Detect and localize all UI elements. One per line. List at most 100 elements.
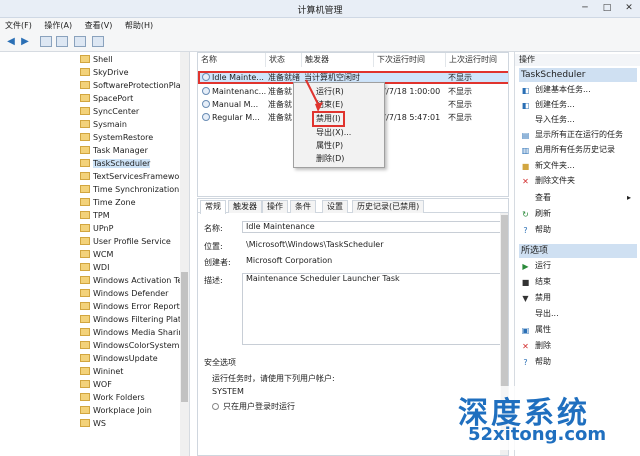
folder-icon [80,393,90,401]
folder-icon [80,185,90,193]
menu-action[interactable]: 操作(A) [39,18,77,33]
tree-item[interactable]: Time Synchronization [80,183,179,196]
tab-triggers[interactable]: 触发器 [228,200,262,213]
action-end[interactable]: ■ 结束 [521,276,551,288]
scrollbar-thumb[interactable] [181,272,188,402]
submenu-arrow-icon: ▸ [627,193,632,202]
action-disable[interactable]: ▼ 禁用 [521,292,551,304]
column-header-status[interactable]: 状态 [266,53,302,67]
folder-icon [80,315,90,323]
actions-group-selected[interactable]: 所选项 [519,244,637,258]
back-arrow-icon[interactable]: ◀ [4,35,18,48]
forward-arrow-icon[interactable]: ▶ [18,35,32,48]
tree-scrollbar[interactable] [180,52,189,456]
folder-icon [80,224,90,232]
tree-item[interactable]: SyncCenter [80,105,139,118]
action-new-folder[interactable]: ■ 新文件夹... [521,160,575,172]
refresh-icon: ↻ [522,210,529,219]
tree-item[interactable]: Wininet [80,365,123,378]
action-run[interactable]: ▶ 运行 [521,260,551,272]
action-delete[interactable]: ✕ 删除 [521,340,551,352]
action-delete-folder[interactable]: ✕ 删除文件夹 [521,175,575,187]
folder-icon [80,159,90,167]
tree-item[interactable]: Windows Filtering Platf [80,313,184,326]
action-export[interactable]: 导出... [521,308,559,320]
action-enable-history[interactable]: ▥ 启用所有任务历史记录 [521,144,615,156]
tree-item[interactable]: TextServicesFramework [80,170,187,183]
action-view[interactable]: 查看 ▸ [521,192,631,204]
folder-up-icon[interactable] [40,36,52,47]
action-properties[interactable]: ▣ 属性 [521,324,551,336]
minimize-button[interactable]: ─ [574,0,596,16]
field-description[interactable]: Maintenance Scheduler Launcher Task [242,273,504,345]
tab-conditions[interactable]: 条件 [290,200,316,213]
menu-view[interactable]: 查看(V) [80,18,118,33]
tree-item[interactable]: WOF [80,378,112,391]
actions-group-taskscheduler[interactable]: TaskScheduler [519,68,637,82]
field-name[interactable]: Idle Maintenance [242,221,504,233]
tree-item[interactable]: TPM [80,209,110,222]
column-header-trigger[interactable]: 触发器 [302,53,374,67]
folder-icon [80,120,90,128]
action-refresh[interactable]: ↻ 刷新 [521,208,551,220]
tree-item[interactable]: SoftwareProtectionPlatf [80,79,187,92]
action-show-running[interactable]: ▤ 显示所有正在运行的任务 [521,129,623,141]
tab-settings[interactable]: 设置 [322,200,348,213]
tree-item[interactable]: SpacePort [80,92,133,105]
folder-icon [80,328,90,336]
properties-icon[interactable] [74,36,86,47]
context-end[interactable]: 结束(E) [316,99,343,111]
tree-item[interactable]: User Profile Service [80,235,171,248]
folder-icon [80,276,90,284]
maximize-button[interactable]: □ [596,0,618,16]
help-icon[interactable] [92,36,104,47]
tree-item[interactable]: Windows Activation Tec [80,274,187,287]
tab-history[interactable]: 历史记录(已禁用) [352,200,425,213]
menu-help[interactable]: 帮助(H) [120,18,158,33]
folder-icon [80,107,90,115]
context-disable[interactable]: 禁用(I) [312,111,345,127]
column-header-name[interactable]: 名称 [198,53,266,67]
tree-item[interactable]: Time Zone [80,196,136,209]
tree-item[interactable]: Windows Media Sharin [80,326,183,339]
tree-item[interactable]: Work Folders [80,391,145,404]
tab-actions[interactable]: 操作 [262,200,288,213]
list-icon: ▤ [521,131,530,140]
action-help[interactable]: ? 帮助 [521,224,551,236]
tab-general[interactable]: 常规 [200,200,226,214]
blank-icon [521,192,530,201]
menu-file[interactable]: 文件(F) [0,18,37,33]
folder-icon [80,367,90,375]
tree-item[interactable]: Shell [80,53,113,66]
tree-item[interactable]: WDI [80,261,109,274]
tree-item[interactable]: SkyDrive [80,66,129,79]
column-header-next-run[interactable]: 下次运行时间 [374,53,446,67]
action-import-task[interactable]: 导入任务... [521,114,575,126]
tree-item[interactable]: WS [80,417,106,430]
delete-icon: ✕ [522,177,529,186]
column-header-last-run[interactable]: 上次运行时间 [446,53,508,67]
tree-item[interactable]: Windows Defender [80,287,168,300]
tree-item[interactable]: SystemRestore [80,131,153,144]
action-help-selected[interactable]: ? 帮助 [521,356,551,368]
context-delete[interactable]: 删除(D) [316,153,344,165]
action-create-basic-task[interactable]: ◧ 创建基本任务... [521,84,591,96]
context-run[interactable]: 运行(R) [316,86,344,98]
close-button[interactable]: ✕ [618,0,640,16]
action-create-task[interactable]: ◧ 创建任务... [521,99,575,111]
actions-header: 操作 [515,54,640,66]
tree-item[interactable]: Sysmain [80,118,127,131]
tree-item-taskscheduler[interactable]: TaskScheduler [80,157,151,170]
radio-icon[interactable] [212,403,219,410]
tree-item[interactable]: WCM [80,248,113,261]
tree-item[interactable]: UPnP [80,222,113,235]
context-properties[interactable]: 属性(P) [316,140,343,152]
tree-item[interactable]: Windows Error Reporti [80,300,182,313]
context-export[interactable]: 导出(X)... [316,127,351,139]
tree-item[interactable]: WindowsColorSystem [80,339,179,352]
tree-item[interactable]: Task Manager [80,144,148,157]
tree-item[interactable]: Workplace Join [80,404,152,417]
tree-item[interactable]: WindowsUpdate [80,352,158,365]
option-run-logged-on[interactable]: 只在用户登录时运行 [212,401,295,412]
console-tree-icon[interactable] [56,36,68,47]
